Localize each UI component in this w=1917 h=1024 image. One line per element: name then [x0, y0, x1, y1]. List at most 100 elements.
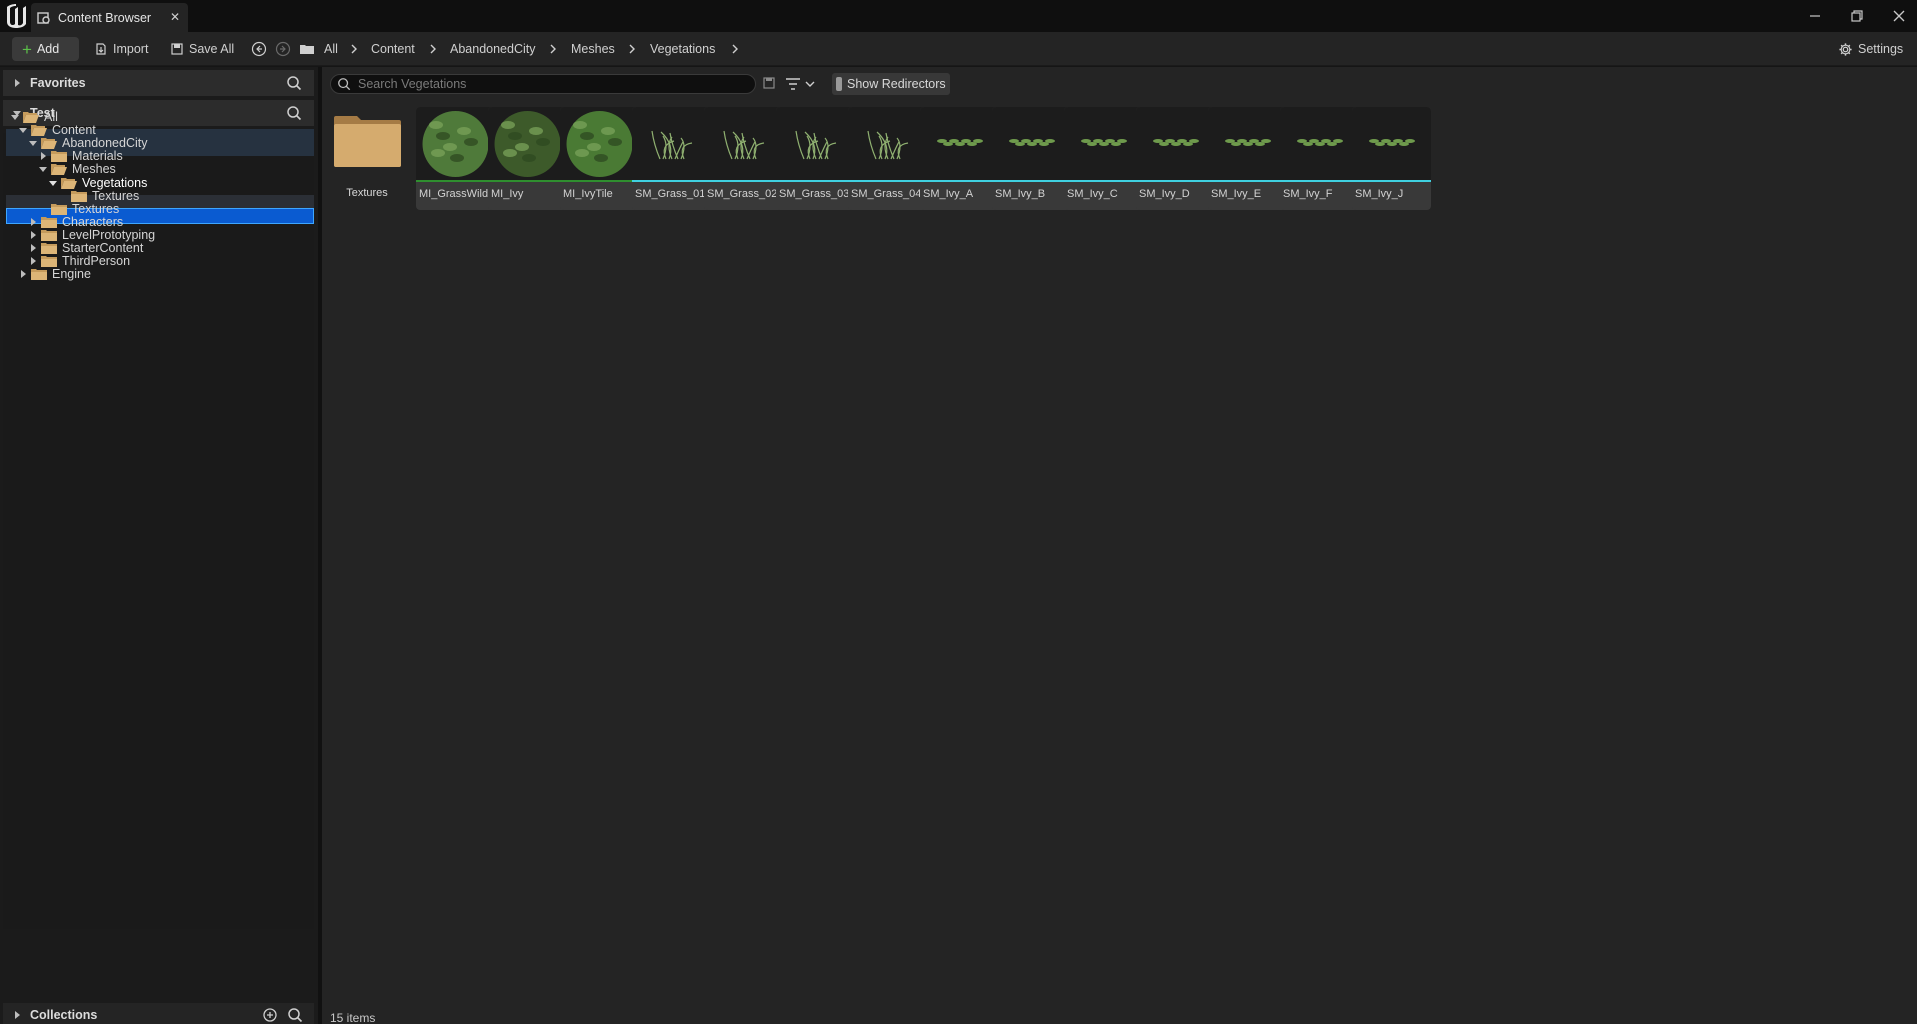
breadcrumb-item[interactable]: All [324, 42, 338, 56]
collapsed-arrow-icon[interactable] [28, 217, 38, 227]
asset-tile[interactable]: MI_Ivy [488, 107, 567, 210]
import-label: Import [113, 42, 149, 56]
item-count: 15 items [330, 1011, 376, 1024]
add-collection-icon[interactable] [262, 1007, 278, 1023]
asset-type-bar [920, 180, 999, 182]
expanded-arrow-icon[interactable] [28, 138, 38, 148]
asset-tile[interactable]: SM_Ivy_D [1136, 107, 1215, 210]
tree-item-label: Meshes [72, 162, 116, 176]
folder-icon [31, 269, 47, 280]
asset-name: MI_Ivy [491, 188, 524, 200]
breadcrumb-item[interactable]: Meshes [571, 42, 615, 56]
favorites-header[interactable]: Favorites [3, 70, 314, 96]
asset-name: SM_Ivy_D [1139, 188, 1190, 200]
chevron-right-icon[interactable] [428, 42, 438, 56]
chevron-right-icon[interactable] [730, 42, 740, 56]
foliage-preview-icon [1297, 139, 1343, 146]
search-input[interactable] [358, 77, 738, 91]
filter-icon[interactable] [784, 75, 820, 93]
show-redirectors-label: Show Redirectors [847, 77, 946, 91]
asset-type-bar [560, 180, 639, 182]
asset-tile[interactable]: SM_Grass_02 [704, 107, 783, 210]
foliage-preview-icon [1369, 139, 1415, 146]
folder-browse-icon[interactable] [299, 41, 315, 57]
asset-name: SM_Grass_03 [779, 188, 850, 200]
asset-tile[interactable]: SM_Grass_03 [776, 107, 855, 210]
asset-name: SM_Grass_04 [851, 188, 922, 200]
foliage-preview-icon [867, 130, 909, 160]
mesh-thumbnail [848, 107, 927, 180]
search-icon [338, 78, 351, 91]
collapsed-arrow-icon [15, 79, 20, 87]
asset-name: SM_Grass_01 [635, 188, 706, 200]
asset-tile[interactable]: SM_Ivy_J [1352, 107, 1431, 210]
mesh-thumbnail [1136, 107, 1215, 180]
expanded-arrow-icon[interactable] [10, 112, 20, 122]
chevron-right-icon[interactable] [548, 42, 558, 56]
import-button[interactable]: Import [94, 37, 148, 61]
folder-tile[interactable]: Textures [332, 95, 402, 205]
collections-header[interactable]: Collections [3, 1003, 314, 1024]
settings-button[interactable]: Settings [1838, 37, 1903, 61]
asset-name: MI_IvyTile [563, 188, 613, 200]
breadcrumb-item[interactable]: AbandonedCity [450, 42, 535, 56]
collapsed-arrow-icon[interactable] [28, 243, 38, 253]
mesh-thumbnail [1208, 107, 1287, 180]
collapsed-arrow-icon[interactable] [28, 230, 38, 240]
asset-tile[interactable]: MI_IvyTile [560, 107, 639, 210]
expanded-arrow-icon[interactable] [48, 178, 58, 188]
asset-name: SM_Ivy_E [1211, 188, 1262, 200]
asset-tile[interactable]: SM_Grass_01 [632, 107, 711, 210]
back-icon[interactable] [251, 41, 267, 57]
collapsed-arrow-icon[interactable] [28, 256, 38, 266]
chevron-right-icon[interactable] [349, 42, 359, 56]
tree-item-engine[interactable]: Engine [18, 266, 91, 282]
asset-type-bar [1280, 180, 1359, 182]
expanded-arrow-icon[interactable] [18, 125, 28, 135]
open-folder-icon [51, 164, 67, 175]
collapsed-arrow-icon[interactable] [18, 269, 28, 279]
tab-close-icon[interactable]: ✕ [170, 10, 180, 24]
breadcrumb-item[interactable]: Vegetations [650, 42, 715, 56]
minimize-icon[interactable] [1807, 8, 1823, 24]
import-icon [96, 43, 106, 55]
asset-type-bar [776, 180, 855, 182]
save-search-icon[interactable] [762, 76, 776, 90]
sphere-preview-icon [494, 111, 561, 177]
chevron-right-icon[interactable] [627, 42, 637, 56]
asset-name: SM_Ivy_J [1355, 188, 1404, 200]
asset-tile[interactable]: SM_Grass_04 [848, 107, 927, 210]
foliage-preview-icon [937, 139, 983, 146]
tab-title: Content Browser [58, 10, 152, 25]
search-field[interactable] [330, 74, 756, 94]
breadcrumb-item[interactable]: Content [371, 42, 415, 56]
show-redirectors-toggle[interactable]: Show Redirectors [832, 73, 950, 95]
mesh-thumbnail [632, 107, 711, 180]
content-browser-tab[interactable]: Content Browser ✕ [31, 3, 188, 32]
forward-icon[interactable] [275, 41, 291, 57]
search-icon[interactable] [286, 105, 302, 121]
close-window-icon[interactable] [1891, 8, 1907, 24]
add-button[interactable]: + Add [12, 37, 79, 61]
asset-tile[interactable]: SM_Ivy_B [992, 107, 1071, 210]
folder-icon [334, 116, 401, 167]
asset-type-bar [1208, 180, 1287, 182]
asset-tile[interactable]: SM_Ivy_E [1208, 107, 1287, 210]
search-icon[interactable] [287, 1007, 303, 1023]
asset-tile[interactable]: SM_Ivy_A [920, 107, 999, 210]
search-icon[interactable] [286, 75, 302, 91]
tree-item-label: Engine [52, 267, 91, 281]
asset-name: SM_Ivy_F [1283, 188, 1333, 200]
save-all-button[interactable]: Save All [170, 37, 234, 61]
restore-icon[interactable] [1849, 8, 1865, 24]
unreal-logo-icon [7, 4, 26, 28]
material-thumbnail [416, 107, 495, 180]
foliage-preview-icon [1009, 139, 1055, 146]
asset-tile[interactable]: SM_Ivy_F [1280, 107, 1359, 210]
foliage-preview-icon [795, 130, 837, 160]
asset-type-bar [632, 180, 711, 182]
asset-tile[interactable]: MI_GrassWild [416, 107, 495, 210]
collapsed-arrow-icon[interactable] [38, 151, 48, 161]
expanded-arrow-icon[interactable] [38, 164, 48, 174]
asset-tile[interactable]: SM_Ivy_C [1064, 107, 1143, 210]
